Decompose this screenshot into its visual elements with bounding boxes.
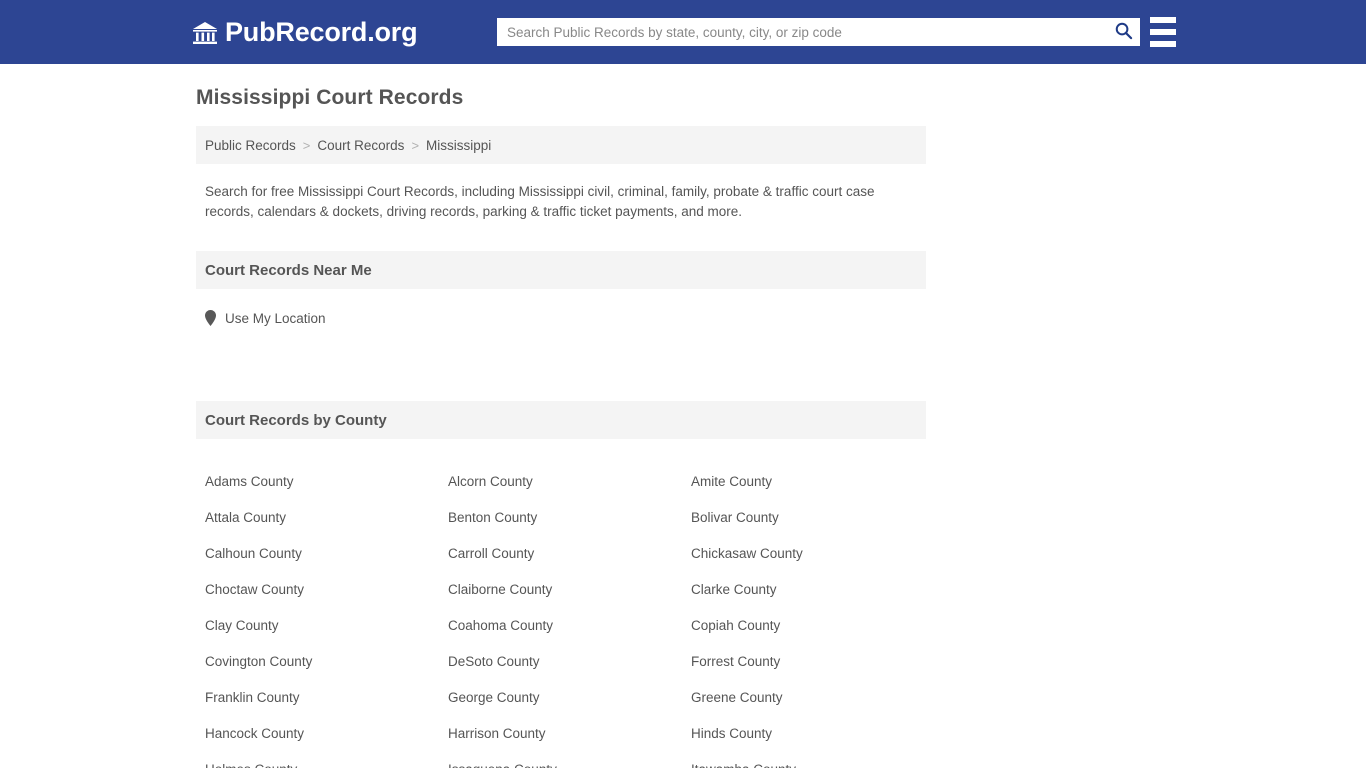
breadcrumb: Public Records > Court Records > Mississ… bbox=[196, 126, 926, 164]
county-link[interactable]: Carroll County bbox=[439, 536, 682, 572]
section-header-by-county: Court Records by County bbox=[196, 401, 926, 439]
county-link[interactable]: Itawamba County bbox=[682, 752, 926, 768]
county-link[interactable]: Claiborne County bbox=[439, 572, 682, 608]
county-link[interactable]: Amite County bbox=[682, 464, 926, 500]
brand-name: PubRecord.org bbox=[225, 16, 418, 47]
site-header: PubRecord.org bbox=[0, 0, 1366, 64]
brand-logo-link[interactable]: PubRecord.org bbox=[192, 0, 418, 64]
search-input[interactable] bbox=[497, 19, 1106, 45]
hamburger-menu-icon[interactable] bbox=[1150, 17, 1176, 47]
intro-text: Search for free Mississippi Court Record… bbox=[205, 184, 875, 219]
menu-bar-2 bbox=[1150, 29, 1176, 35]
county-link[interactable]: Clarke County bbox=[682, 572, 926, 608]
county-link[interactable]: George County bbox=[439, 680, 682, 716]
breadcrumb-item-court-records[interactable]: Court Records bbox=[317, 138, 404, 153]
county-link[interactable]: Forrest County bbox=[682, 644, 926, 680]
county-link[interactable]: Attala County bbox=[196, 500, 439, 536]
county-list-grid: Adams County Alcorn County Amite County Att… bbox=[196, 464, 926, 768]
content-container: Mississippi Court Records Public Records… bbox=[196, 86, 926, 768]
county-link[interactable]: Franklin County bbox=[196, 680, 439, 716]
breadcrumb-separator-2: > bbox=[411, 137, 420, 153]
breadcrumb-separator-1: > bbox=[302, 137, 311, 153]
search-bar bbox=[497, 18, 1140, 46]
county-link[interactable]: Harrison County bbox=[439, 716, 682, 752]
section-header-near-me: Court Records Near Me bbox=[196, 251, 926, 289]
use-my-location-row[interactable]: Use My Location bbox=[205, 310, 926, 326]
county-link[interactable]: Adams County bbox=[196, 464, 439, 500]
county-link[interactable]: Chickasaw County bbox=[682, 536, 926, 572]
county-link[interactable]: Bolivar County bbox=[682, 500, 926, 536]
page-body: Mississippi Court Records Public Records… bbox=[0, 64, 1366, 768]
county-link[interactable]: Hancock County bbox=[196, 716, 439, 752]
bank-building-icon bbox=[192, 20, 218, 46]
county-link[interactable]: Hinds County bbox=[682, 716, 926, 752]
county-link[interactable]: Copiah County bbox=[682, 608, 926, 644]
county-link[interactable]: Alcorn County bbox=[439, 464, 682, 500]
county-link[interactable]: Benton County bbox=[439, 500, 682, 536]
county-link[interactable]: Issaquena County bbox=[439, 752, 682, 768]
search-button[interactable] bbox=[1106, 18, 1140, 46]
menu-bar-3 bbox=[1150, 41, 1176, 47]
county-link[interactable]: Covington County bbox=[196, 644, 439, 680]
section-title-by-county: Court Records by County bbox=[205, 411, 387, 429]
county-link[interactable]: Holmes County bbox=[196, 752, 439, 768]
county-link[interactable]: Clay County bbox=[196, 608, 439, 644]
search-icon bbox=[1114, 21, 1133, 43]
breadcrumb-list: Public Records > Court Records > Mississ… bbox=[205, 138, 491, 153]
county-link[interactable]: Coahoma County bbox=[439, 608, 682, 644]
county-link[interactable]: Greene County bbox=[682, 680, 926, 716]
county-link[interactable]: DeSoto County bbox=[439, 644, 682, 680]
breadcrumb-item-public-records[interactable]: Public Records bbox=[205, 138, 296, 153]
map-pin-icon bbox=[205, 310, 216, 326]
breadcrumb-item-mississippi: Mississippi bbox=[426, 137, 492, 153]
near-me-block: Use My Location bbox=[196, 310, 926, 372]
page-title: Mississippi Court Records bbox=[196, 86, 464, 109]
use-my-location-link[interactable]: Use My Location bbox=[225, 311, 326, 326]
county-link[interactable]: Calhoun County bbox=[196, 536, 439, 572]
section-title-near-me: Court Records Near Me bbox=[205, 261, 372, 279]
menu-bar-1 bbox=[1150, 17, 1176, 23]
county-link[interactable]: Choctaw County bbox=[196, 572, 439, 608]
